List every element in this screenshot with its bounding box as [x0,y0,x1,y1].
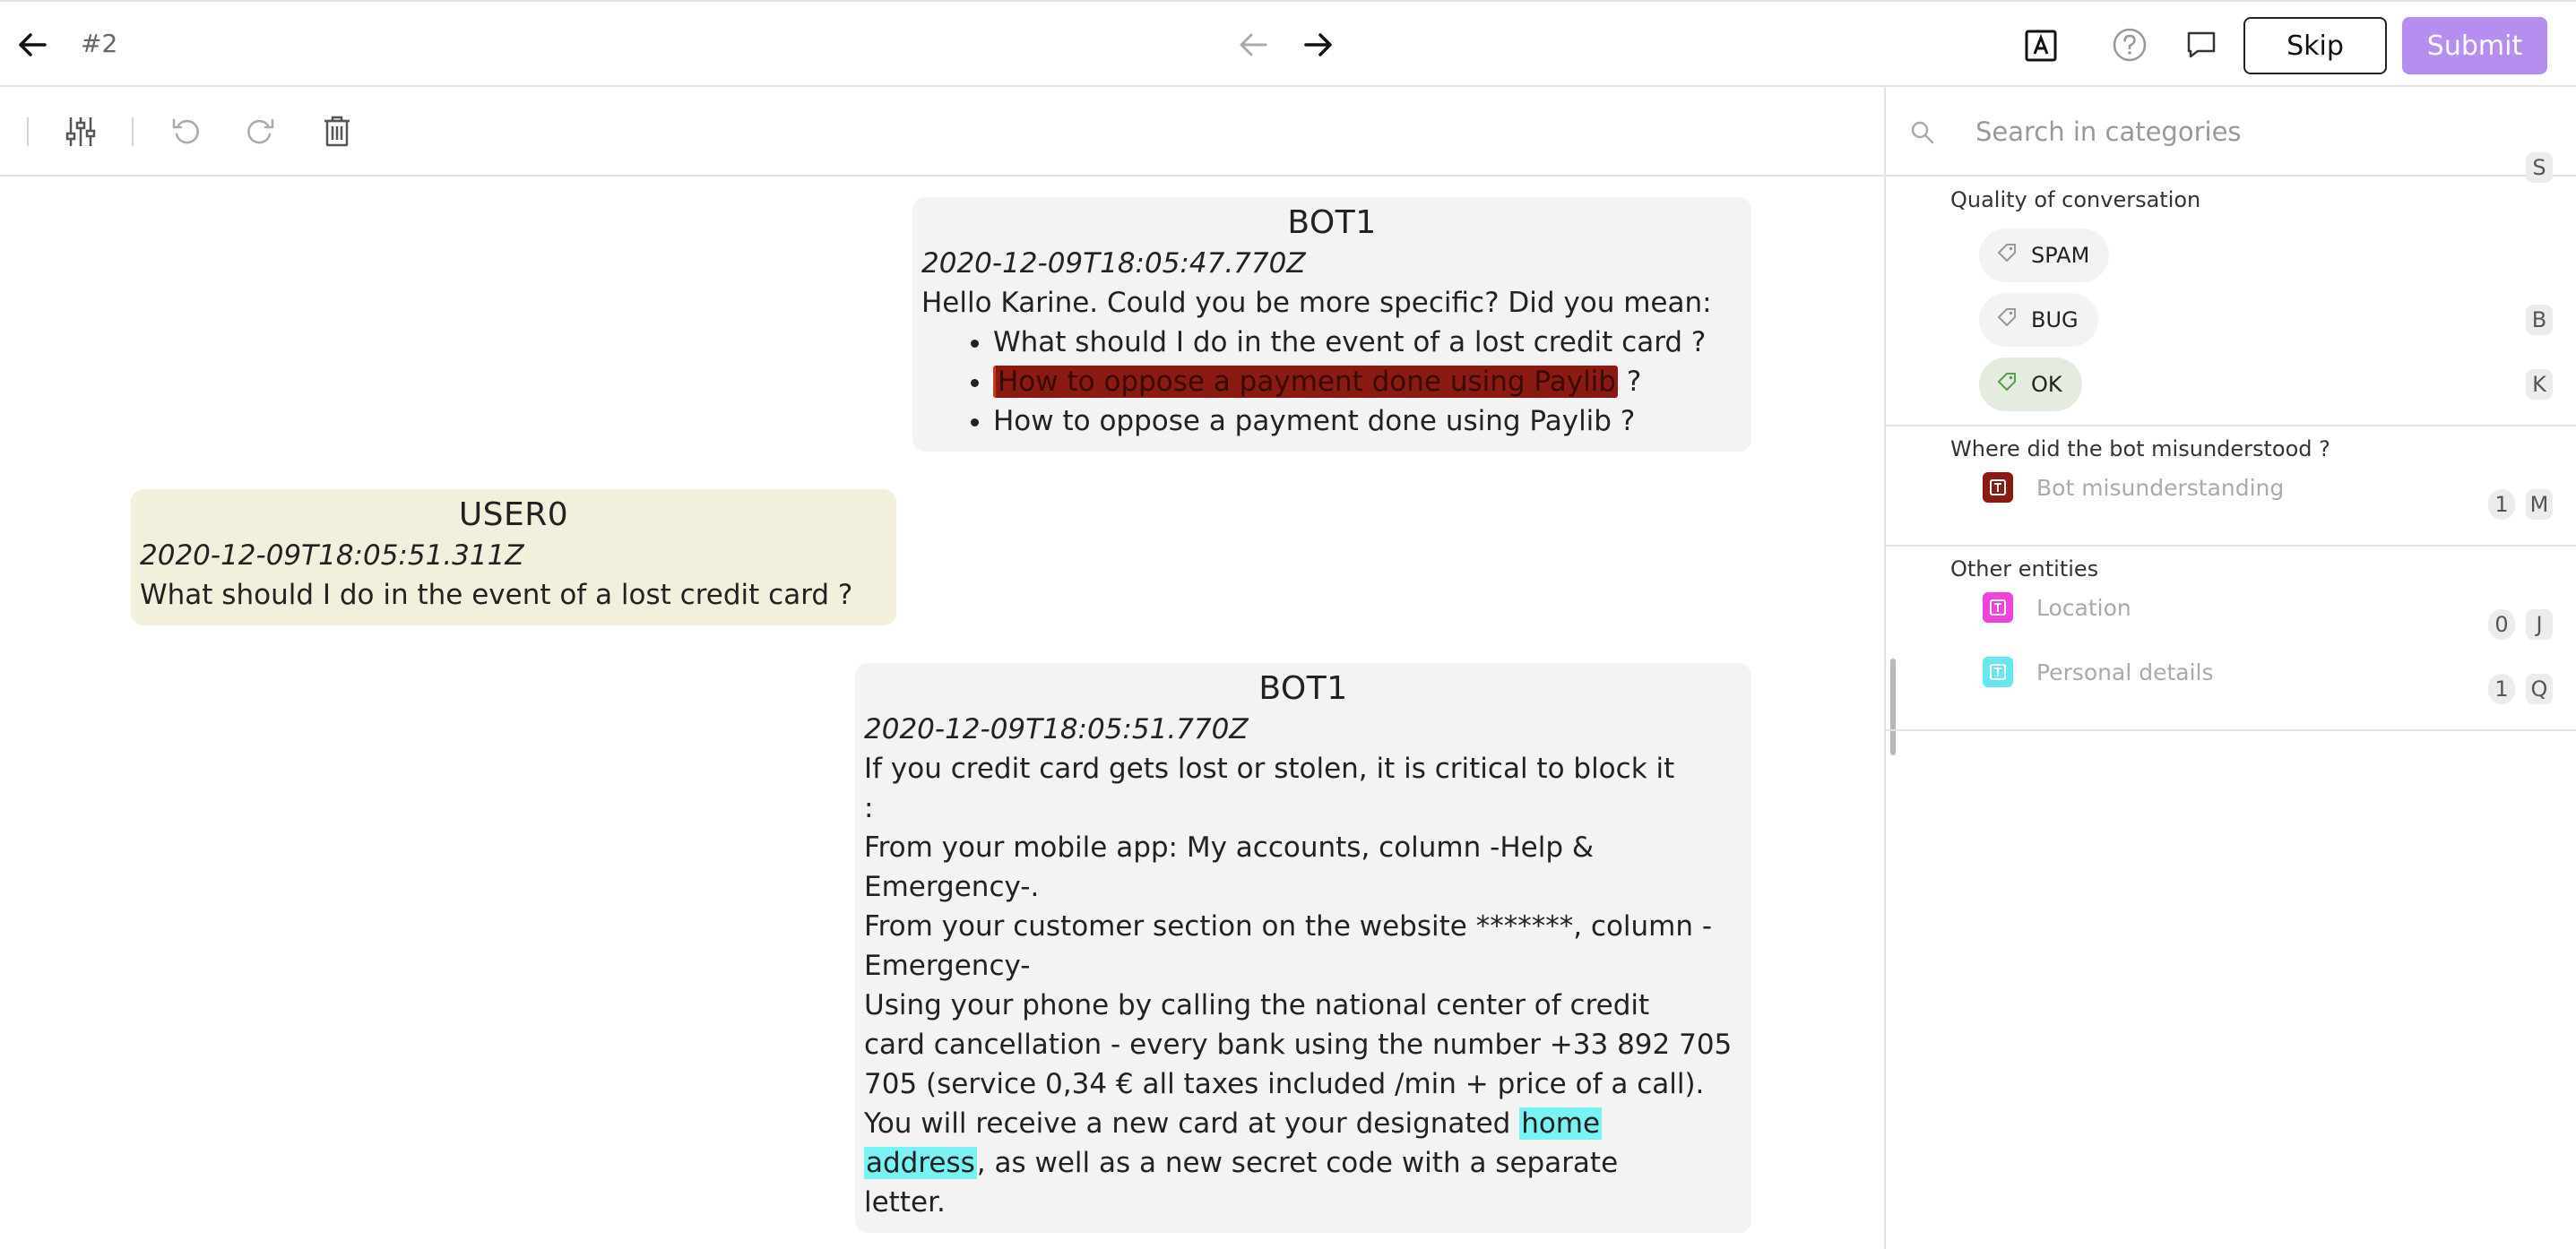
message-line: address, as well as a new secret code wi… [864,1143,1742,1183]
help-icon[interactable] [2112,27,2148,63]
message-line: letter. [864,1186,946,1219]
personal-details-highlight[interactable]: address [864,1147,977,1179]
text-entity-icon [1983,592,2013,623]
entity-location[interactable]: Location [1983,590,2131,625]
shortcut-key: J [2526,609,2553,640]
message-timestamp: 2020-12-09T18:05:51.311Z [140,539,524,572]
message-text: You will receive a new card at your desi… [864,1107,1520,1140]
message-line: Emergency-. [864,871,1040,903]
tag-icon [1997,243,2017,268]
entity-label: Location [2036,594,2131,621]
previous-arrow-icon[interactable] [1237,29,1269,61]
annotation-count: 1 [2488,489,2515,520]
bot-message: BOT1 2020-12-09T18:05:51.770Z If you cre… [855,663,1751,1233]
entity-label: Bot misunderstanding [2036,474,2285,501]
suggestion-item[interactable]: How to oppose a payment done using Payli… [993,362,1742,401]
tag-icon [1997,372,2017,397]
message-text: What should I do in the event of a lost … [140,579,853,611]
comment-icon[interactable] [2183,29,2219,61]
text-entity-icon [1983,657,2013,687]
shortcut-key: K [2526,369,2553,400]
message-line: From your mobile app: My accounts, colum… [864,831,1595,864]
suggestion-item[interactable]: How to oppose a payment done using Payli… [993,401,1742,441]
speaker-name: USER0 [458,496,569,533]
entity-bot-misunderstanding[interactable]: Bot misunderstanding [1983,469,2284,505]
shortcut-key: S [2526,152,2553,183]
chip-label: SPAM [2031,243,2090,268]
message-line: From your customer section on the websit… [864,910,1713,943]
message-line: Using your phone by calling the national… [864,989,1650,1021]
settings-sliders-icon[interactable] [63,114,99,150]
section-divider [1886,729,2576,731]
category-title: Other entities [1950,556,2099,581]
section-divider [1886,545,2576,547]
message-timestamp: 2020-12-09T18:05:51.770Z [864,713,1249,745]
category-title: Where did the bot misunderstood ? [1950,436,2330,461]
shortcut-key: M [2526,489,2553,520]
message-line: Emergency- [864,950,1031,982]
back-arrow-icon[interactable] [16,29,48,61]
conversation-pane: BOT1 2020-12-09T18:05:47.770Z Hello Kari… [0,177,1884,1249]
skip-button[interactable]: Skip [2243,17,2387,74]
entity-label: Personal details [2036,659,2214,685]
task-id: #2 [81,29,118,58]
annotation-count: 0 [2488,609,2515,640]
text-entity-icon [1983,472,2013,503]
message-line: : [864,792,874,824]
toolbar-divider [132,117,134,146]
toolbar-divider [27,117,29,146]
chip-label: OK [2031,372,2062,397]
trash-icon[interactable] [319,113,355,149]
message-line: 705 (service 0,34 € all taxes included /… [864,1068,1705,1100]
message-text: Hello Karine. Could you be more specific… [921,287,1712,319]
chip-label: BUG [2031,307,2079,332]
misunderstanding-highlight[interactable]: How to oppose a payment done using Payli… [993,366,1618,398]
search-icon [1909,119,1936,146]
label-chip-bug[interactable]: BUG [1979,293,2098,347]
speaker-name: BOT1 [1287,204,1377,241]
undo-icon[interactable] [169,114,204,150]
search-input[interactable] [1974,110,2547,153]
message-line: If you credit card gets lost or stolen, … [864,753,1675,785]
top-bar: #2 Skip Submit [0,0,2576,87]
speaker-name: BOT1 [1258,670,1348,707]
font-format-icon[interactable] [2024,29,2058,63]
categories-pane: Quality of conversation SPAM S BUG B OK … [1886,87,2576,1249]
suggestion-list: What should I do in the event of a lost … [921,323,1742,441]
message-line: You will receive a new card at your desi… [864,1104,1742,1143]
label-chip-spam[interactable]: SPAM [1979,228,2110,282]
section-divider [1886,425,2576,426]
editor-toolbar [0,87,1884,177]
category-search [1886,87,2576,177]
shortcut-key: Q [2526,674,2553,704]
message-timestamp: 2020-12-09T18:05:47.770Z [921,247,1306,280]
entity-personal-details[interactable]: Personal details [1983,654,2214,690]
category-title: Quality of conversation [1950,187,2201,212]
tag-icon [1997,307,2017,332]
message-line: card cancellation - every bank using the… [864,1029,1733,1061]
bot-message: BOT1 2020-12-09T18:05:47.770Z Hello Kari… [912,197,1751,452]
message-text: , as well as a new secret code with a se… [976,1147,1619,1179]
suggestion-item[interactable]: What should I do in the event of a lost … [993,323,1742,362]
suggestion-suffix: ? [1617,366,1642,398]
personal-details-highlight[interactable]: home [1519,1107,1603,1140]
submit-button[interactable]: Submit [2402,17,2547,74]
redo-icon[interactable] [242,114,278,150]
label-chip-ok[interactable]: OK [1979,357,2082,411]
shortcut-key: B [2526,305,2553,335]
user-message: USER0 2020-12-09T18:05:51.311Z What shou… [131,489,896,625]
annotation-count: 1 [2488,674,2515,704]
next-arrow-icon[interactable] [1302,29,1335,61]
